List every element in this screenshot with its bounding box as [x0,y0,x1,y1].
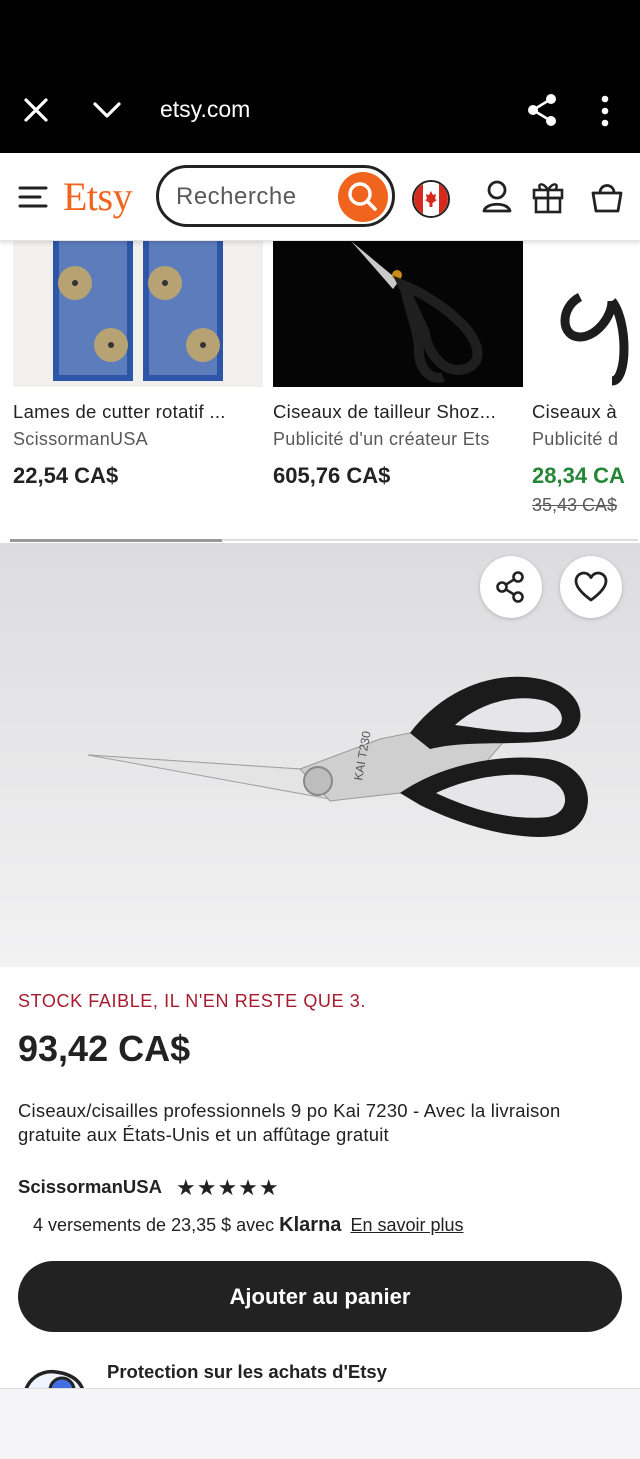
original-price: 35,43 CA$ [532,495,618,515]
more-vert-icon[interactable] [598,95,612,127]
purchase-protection-title[interactable]: Protection sur les achats d'Etsy [107,1361,387,1383]
stock-warning: STOCK FAIBLE, IL N'EN RESTE QUE 3. [18,991,366,1011]
share-icon[interactable] [526,93,558,127]
klarna-installments: 4 versements de 23,35 $ avec Klarna En s… [33,1214,464,1237]
chevron-down-icon[interactable] [92,98,122,122]
klarna-logo: Klarna [279,1214,342,1236]
search-icon [348,182,377,211]
sale-price: 28,34 CA [532,463,625,488]
klarna-text: 4 versements de 23,35 $ avec [33,1215,275,1235]
carousel-scrollbar[interactable] [10,539,638,542]
favorite-button[interactable] [560,556,622,618]
site-header: Etsy Recherche [0,153,640,241]
heart-icon [574,571,608,602]
browser-toolbar: etsy.com [0,0,640,153]
product-thumbnail[interactable] [532,241,640,387]
share-button[interactable] [480,556,542,618]
recommendation-card[interactable]: Ciseaux de tailleur Shoz... Publicité d'… [273,241,523,521]
product-title[interactable]: Ciseaux à [532,401,617,423]
url-text[interactable]: etsy.com [160,96,250,123]
shop-name-link[interactable]: ScissormanUSA [18,1176,162,1198]
product-main-image[interactable]: KAI T230 [0,543,640,967]
product-thumbnail[interactable] [273,241,523,387]
product-title: Ciseaux/cisailles professionnels 9 po Ka… [18,1100,561,1145]
search-input[interactable]: Recherche [176,183,297,211]
product-price: 605,76 CA$ [273,463,391,488]
klarna-learn-more-link[interactable]: En savoir plus [350,1215,463,1235]
canada-flag-icon[interactable] [412,180,450,218]
rating-stars[interactable]: ★★★★★ [176,1175,280,1201]
share-icon [496,571,524,603]
recommendation-card[interactable]: Ciseaux à Publicité d 28,34 CA 35,43 CA$ [532,241,640,521]
product-price: 93,42 CA$ [18,1028,191,1069]
product-title[interactable]: Lames de cutter rotatif ... [13,401,226,423]
product-title[interactable]: Ciseaux de tailleur Shoz... [273,401,496,423]
add-to-cart-button[interactable]: Ajouter au panier [18,1261,622,1332]
search-button[interactable] [338,172,388,222]
product-thumbnail[interactable] [13,241,263,387]
seller-name: Publicité d [532,429,619,449]
close-icon[interactable] [22,96,50,124]
purchase-protection-icon [22,1368,86,1390]
carousel-scroll-thumb[interactable] [10,539,222,542]
recommendation-card[interactable]: Lames de cutter rotatif ... ScissormanUS… [13,241,263,521]
gift-icon[interactable] [531,179,565,215]
seller-name: Publicité d'un créateur Ets [273,429,490,449]
cart-icon[interactable] [590,179,624,215]
etsy-logo[interactable]: Etsy [63,173,133,220]
seller-name: ScissormanUSA [13,429,148,449]
search-bar[interactable]: Recherche [156,165,395,227]
bottom-bar [0,1388,640,1459]
product-price: 22,54 CA$ [13,463,119,488]
account-icon[interactable] [480,179,514,215]
menu-icon[interactable] [18,185,48,209]
